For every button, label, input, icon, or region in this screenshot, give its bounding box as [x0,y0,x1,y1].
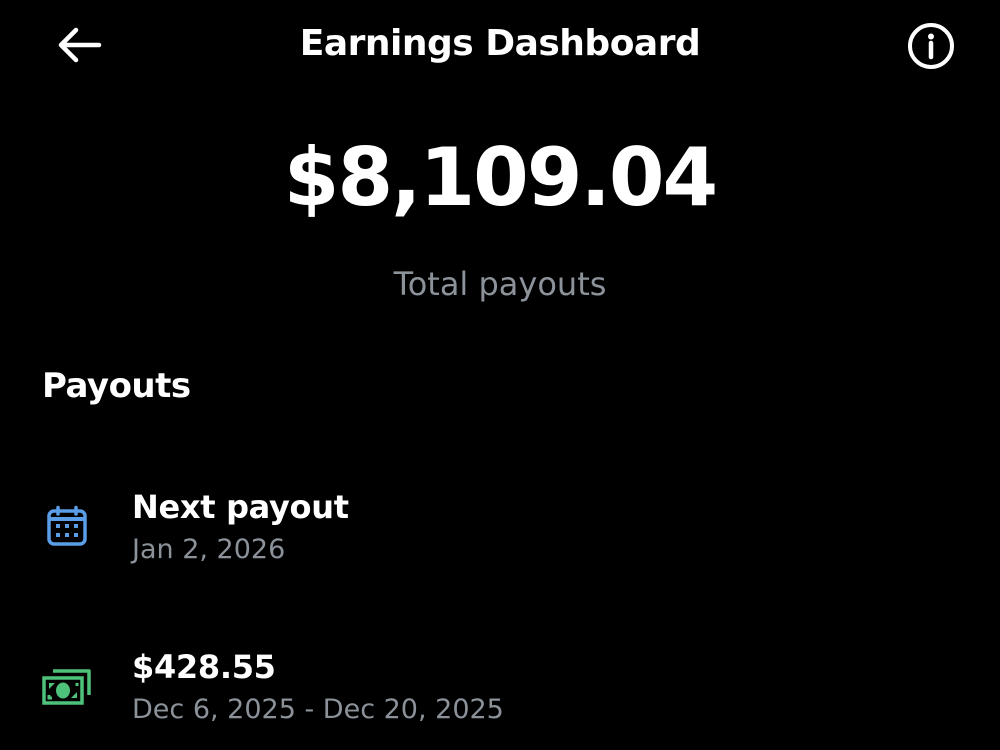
cash-icon [38,658,96,716]
next-payout-row[interactable]: Next payout Jan 2, 2026 [0,478,1000,588]
header-bar: Earnings Dashboard [0,0,1000,90]
calendar-icon [38,498,96,556]
payouts-section-title: Payouts [42,366,191,406]
next-payout-date: Jan 2, 2026 [132,534,286,565]
info-circle-icon [908,23,954,69]
info-button[interactable] [900,16,962,76]
next-payout-title: Next payout [132,488,349,526]
payout-row[interactable]: $428.55 Dec 6, 2025 - Dec 20, 2025 [0,638,1000,748]
payout-period: Dec 6, 2025 - Dec 20, 2025 [132,694,504,725]
payout-amount: $428.55 [132,648,276,686]
page-title: Earnings Dashboard [299,23,701,64]
total-payouts-amount: $8,109.04 [283,131,718,224]
total-payouts-label: Total payouts [393,265,607,303]
